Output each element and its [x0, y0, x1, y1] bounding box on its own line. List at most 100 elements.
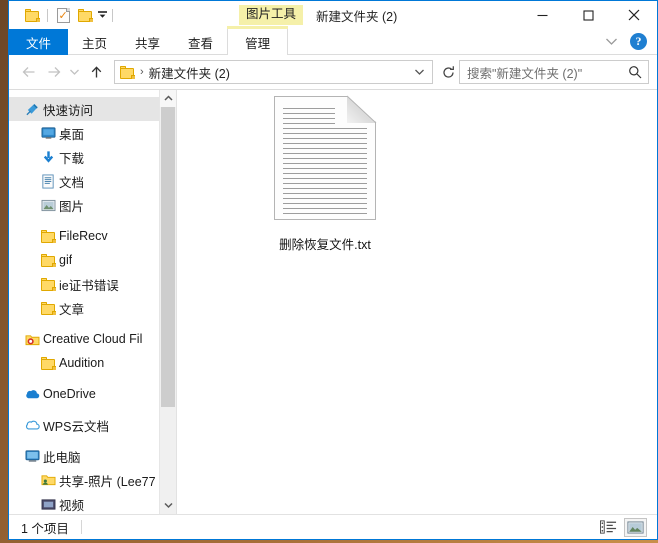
this-pc-icon — [21, 449, 43, 463]
new-folder-icon[interactable] — [74, 4, 96, 26]
sidebar-item-filerecv[interactable]: FileRecv — [9, 224, 176, 248]
folder-tree: 快速访问 桌面 — [9, 90, 176, 514]
address-dropdown-icon[interactable] — [408, 68, 430, 76]
window-title: 新建文件夹 (2) — [316, 6, 397, 25]
close-button[interactable] — [611, 1, 657, 29]
tab-home[interactable]: 主页 — [68, 29, 121, 55]
title-bar: ✓ 图片工具 新建文件夹 (2) — [9, 1, 657, 29]
toolbar-divider — [47, 9, 48, 22]
search-box[interactable]: 搜索"新建文件夹 (2)" — [459, 60, 649, 84]
sidebar-item-gif[interactable]: gif — [9, 248, 176, 272]
text-lines — [283, 108, 367, 218]
minimize-button[interactable] — [519, 1, 565, 29]
ribbon-right-controls: ? — [602, 29, 657, 54]
sidebar-item-label: ie证书错误 — [59, 275, 119, 294]
folder-icon[interactable] — [21, 4, 43, 26]
sidebar-item-pictures[interactable]: 图片 — [9, 193, 176, 217]
details-view-button[interactable] — [597, 518, 620, 537]
recent-locations-icon[interactable] — [65, 59, 84, 85]
scrollbar-thumb[interactable] — [161, 107, 175, 407]
sidebar-item-label: gif — [59, 253, 72, 267]
sidebar-item-onedrive[interactable]: OneDrive — [9, 382, 176, 406]
folder-icon — [37, 278, 59, 291]
large-icons-view-button[interactable] — [624, 518, 647, 537]
up-button[interactable] — [84, 59, 108, 85]
tab-file[interactable]: 文件 — [9, 29, 68, 55]
desktop-icon — [37, 126, 59, 140]
refresh-button[interactable] — [437, 65, 459, 80]
sidebar-item-documents[interactable]: 文档 — [9, 169, 176, 193]
tree-gap — [9, 217, 176, 224]
folder-glyph — [25, 9, 40, 22]
sidebar-scrollbar[interactable] — [159, 90, 176, 514]
file-explorer-window: ✓ 图片工具 新建文件夹 (2) — [8, 0, 658, 540]
sidebar-item-label: 快速访问 — [43, 100, 93, 119]
sidebar-item-label: 共享-照片 (Lee77 — [59, 471, 156, 490]
sidebar-item-label: FileRecv — [59, 229, 108, 243]
quick-access-toolbar: ✓ — [9, 4, 117, 26]
sidebar-item-label: Creative Cloud Fil — [43, 332, 142, 346]
address-bar-right — [408, 68, 430, 76]
sidebar-item-creative-cloud-files[interactable]: Creative Cloud Fil — [9, 327, 176, 351]
search-icon[interactable] — [626, 65, 644, 79]
breadcrumb-current-folder[interactable]: 新建文件夹 (2) — [149, 63, 230, 82]
chevron-down-icon[interactable] — [602, 37, 620, 46]
search-input[interactable]: 搜索"新建文件夹 (2)" — [467, 63, 626, 82]
folder-icon — [37, 302, 59, 315]
documents-icon — [37, 174, 59, 189]
folder-icon — [37, 357, 59, 370]
sidebar-item-shared-photos[interactable]: 共享-照片 (Lee77 — [9, 468, 176, 492]
sidebar-item-downloads[interactable]: 下载 — [9, 145, 176, 169]
tab-view[interactable]: 查看 — [174, 29, 227, 55]
sidebar-item-this-pc[interactable]: 此电脑 — [9, 444, 176, 468]
forward-button[interactable] — [41, 59, 65, 85]
text-file-icon — [274, 96, 376, 220]
tree-gap-2 — [9, 320, 176, 327]
toolbar-divider-2 — [112, 9, 113, 22]
tab-share[interactable]: 共享 — [121, 29, 174, 55]
help-icon[interactable]: ? — [630, 33, 647, 50]
back-button[interactable] — [17, 59, 41, 85]
sidebar-item-ie-cert-error[interactable]: ie证书错误 — [9, 272, 176, 296]
sidebar-item-audition[interactable]: Audition — [9, 351, 176, 375]
sidebar-item-desktop[interactable]: 桌面 — [9, 121, 176, 145]
creative-cloud-icon — [21, 333, 43, 346]
sidebar-item-articles[interactable]: 文章 — [9, 296, 176, 320]
window-controls — [519, 1, 657, 29]
customize-quick-access-caret-icon[interactable] — [96, 4, 108, 26]
maximize-button[interactable] — [565, 1, 611, 29]
status-bar: 1 个项目 — [9, 514, 657, 539]
sidebar-item-videos[interactable]: 视频 — [9, 492, 176, 514]
sidebar-item-label: 文档 — [59, 172, 84, 191]
scroll-up-arrow-icon[interactable] — [160, 90, 176, 107]
folder-icon — [37, 254, 59, 267]
sidebar-item-label: Audition — [59, 356, 104, 370]
tree-gap-5 — [9, 437, 176, 444]
breadcrumb-folder-icon — [120, 66, 135, 79]
tab-manage[interactable]: 管理 — [227, 29, 288, 55]
sidebar-item-label: WPS云文档 — [43, 416, 109, 435]
file-list-pane[interactable]: 删除恢复文件.txt — [177, 90, 657, 514]
file-name-label[interactable]: 删除恢复文件.txt — [279, 234, 371, 253]
sidebar-item-quick-access[interactable]: 快速访问 — [9, 97, 176, 121]
shared-folder-icon — [37, 473, 59, 487]
contextual-tab-group-label: 图片工具 — [239, 5, 303, 25]
breadcrumb-separator[interactable]: › — [138, 66, 149, 78]
properties-glyph: ✓ — [57, 8, 70, 23]
download-icon — [37, 150, 59, 165]
sidebar-item-label: 视频 — [59, 495, 84, 514]
scroll-down-arrow-icon[interactable] — [160, 497, 176, 514]
status-divider — [81, 520, 82, 534]
address-bar[interactable]: › 新建文件夹 (2) — [114, 60, 433, 84]
file-item[interactable]: 删除恢复文件.txt — [255, 90, 395, 253]
sidebar-item-wps-cloud[interactable]: WPS云文档 — [9, 413, 176, 437]
videos-icon — [37, 498, 59, 511]
sidebar-item-label: 桌面 — [59, 124, 84, 143]
folder-icon — [37, 230, 59, 243]
wps-cloud-icon — [21, 419, 43, 431]
navigation-pane: 快速访问 桌面 — [9, 90, 177, 514]
pictures-icon — [37, 199, 59, 212]
ribbon-tab-bar: 文件 主页 共享 查看 管理 ? — [9, 29, 657, 55]
properties-icon[interactable]: ✓ — [52, 4, 74, 26]
onedrive-icon — [21, 388, 43, 400]
